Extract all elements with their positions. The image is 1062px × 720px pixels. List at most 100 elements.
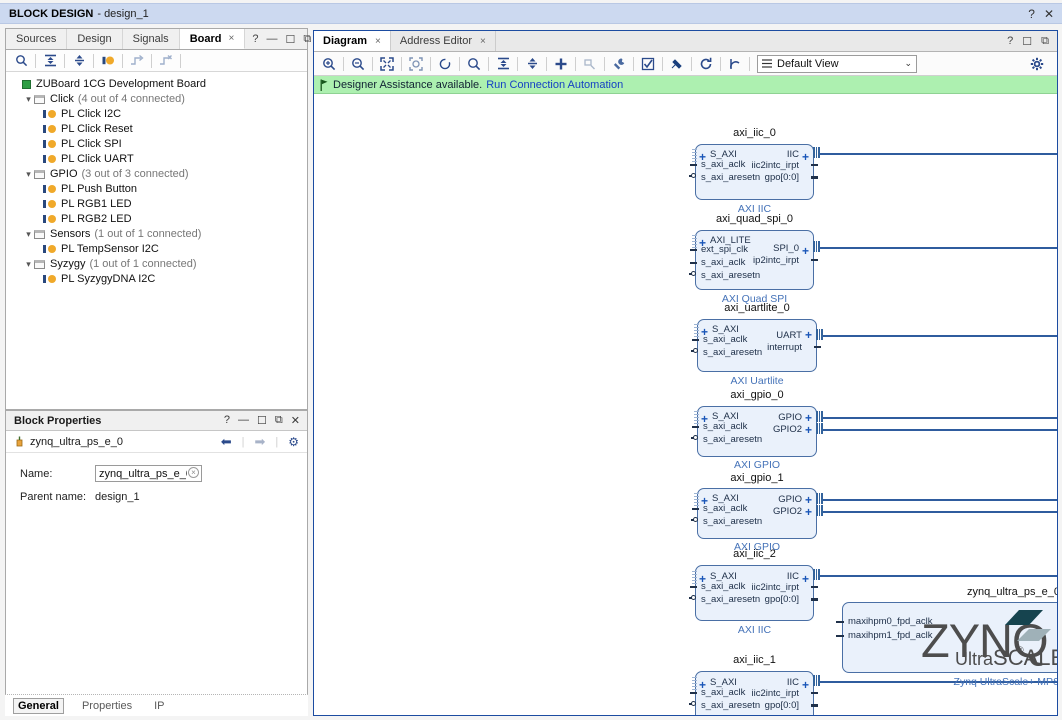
tree-item-pl-click-spi[interactable]: PL Click SPI <box>11 137 307 152</box>
tree-item-pl-syzygydna-i2c[interactable]: PL SyzygyDNA I2C <box>11 272 307 287</box>
help-icon[interactable]: ? <box>1007 35 1013 47</box>
zoom-out-icon[interactable] <box>347 55 369 73</box>
tab-address-editor-close-icon[interactable]: × <box>480 36 486 47</box>
tree-group-sensors[interactable]: ▾ Sensors (1 out of 1 connected) <box>11 227 307 242</box>
tab-board-close-icon[interactable]: × <box>228 33 234 44</box>
pin-stub <box>692 508 699 510</box>
tab-sources[interactable]: Sources <box>6 29 68 49</box>
expand-plus-icon[interactable]: + <box>805 506 812 518</box>
tab-design[interactable]: Design <box>67 29 123 49</box>
expand-plus-icon[interactable]: + <box>805 329 812 341</box>
expand-all-icon[interactable] <box>521 55 543 73</box>
chevron-down-icon[interactable]: ▾ <box>23 167 34 182</box>
tab-general[interactable]: General <box>13 697 64 714</box>
expand-plus-icon[interactable]: + <box>802 679 809 691</box>
back-arrow-icon[interactable]: ⬅ <box>221 434 232 450</box>
tab-signals[interactable]: Signals <box>122 29 180 49</box>
help-icon[interactable]: ? <box>252 33 258 45</box>
minimize-icon[interactable]: — <box>266 33 277 45</box>
diagram-settings-gear-icon[interactable] <box>1026 55 1048 73</box>
name-field[interactable] <box>95 465 202 482</box>
maximize-icon[interactable]: ☐ <box>1022 35 1032 48</box>
maximize-icon[interactable]: ☐ <box>285 33 295 46</box>
block-design-title-bar: BLOCK DESIGN - design_1 ? ✕ <box>0 3 1062 24</box>
tree-group-gpio[interactable]: ▾ GPIO (3 out of 3 connected) <box>11 167 307 182</box>
help-icon[interactable]: ? <box>1028 7 1035 21</box>
expand-plus-icon[interactable]: + <box>805 424 812 436</box>
float-icon[interactable]: ⧉ <box>1041 35 1049 48</box>
regenerate-layout-icon[interactable] <box>695 55 717 73</box>
pin-label-interrupt: interrupt <box>767 342 802 353</box>
pin-label-iic: IIC <box>786 677 799 688</box>
collapse-all-icon[interactable] <box>492 55 514 73</box>
interface-pin-icon <box>43 110 56 119</box>
zoom-to-selection-icon[interactable] <box>405 55 427 73</box>
chevron-down-icon[interactable]: ▾ <box>23 257 34 272</box>
search-icon[interactable] <box>463 55 485 73</box>
tree-item-pl-click-uart[interactable]: PL Click UART <box>11 152 307 167</box>
maximize-icon[interactable]: ☐ <box>257 414 267 427</box>
refresh-layout-icon[interactable] <box>434 55 456 73</box>
run-connection-automation-link[interactable]: Run Connection Automation <box>486 79 623 91</box>
tab-properties[interactable]: Properties <box>78 699 136 713</box>
toolbar-separator <box>401 56 402 71</box>
pin-label-s-axi-aresetn: s_axi_aresetn <box>703 516 763 527</box>
expand-plus-icon[interactable]: + <box>802 245 809 257</box>
block-design-label: BLOCK DESIGN <box>9 7 94 20</box>
pin-icon[interactable] <box>666 55 688 73</box>
toolbar-separator <box>64 53 65 68</box>
gear-icon[interactable]: ⚙ <box>288 435 299 449</box>
optimize-routing-icon[interactable] <box>724 55 746 73</box>
auto-connect-icon[interactable] <box>126 52 148 70</box>
wire-syzygydna-i2c <box>818 575 1057 578</box>
tab-ip[interactable]: IP <box>150 699 168 713</box>
tree-group-syzygy[interactable]: ▾ Syzygy (1 out of 1 connected) <box>11 257 307 272</box>
tree-item-pl-click-reset[interactable]: PL Click Reset <box>11 122 307 137</box>
expand-all-icon[interactable] <box>68 52 90 70</box>
add-ip-icon[interactable] <box>550 55 572 73</box>
chevron-down-icon[interactable]: ⌄ <box>904 58 912 69</box>
tree-root-board[interactable]: ZUBoard 1CG Development Board <box>11 77 307 92</box>
close-icon[interactable]: ✕ <box>291 414 300 427</box>
tree-group-click[interactable]: ▾ Click (4 out of 4 connected) <box>11 92 307 107</box>
tab-board[interactable]: Board × <box>179 29 246 49</box>
view-select[interactable]: Default View ⌄ <box>757 54 917 73</box>
view-select-value: Default View <box>777 57 839 70</box>
minimize-icon[interactable]: — <box>238 414 249 427</box>
show-connections-icon[interactable] <box>97 52 119 70</box>
float-icon[interactable]: ⧉ <box>275 414 283 427</box>
bus-stub-left <box>694 411 699 425</box>
tab-address-editor[interactable]: Address Editor × <box>391 31 496 51</box>
tree-item-pl-rgb2-led[interactable]: PL RGB2 LED <box>11 212 307 227</box>
expand-plus-icon[interactable]: + <box>802 151 809 163</box>
tree-item-pl-tempsensor-i2c[interactable]: PL TempSensor I2C <box>11 242 307 257</box>
block-properties-panel: Block Properties ? — ☐ ⧉ ✕ zynq_ultra_ps… <box>5 410 308 716</box>
zynq-logo-registered: ® <box>1017 645 1024 655</box>
tree-item-pl-click-i2c[interactable]: PL Click I2C <box>11 107 307 122</box>
forward-arrow-icon[interactable]: ➡ <box>254 434 265 450</box>
chevron-down-icon[interactable]: ▾ <box>23 227 34 242</box>
interface-pin-icon <box>43 215 56 224</box>
tree-item-pl-push-button[interactable]: PL Push Button <box>11 182 307 197</box>
settings-wrench-icon[interactable] <box>608 55 630 73</box>
collapse-all-icon[interactable] <box>39 52 61 70</box>
float-icon[interactable]: ⧉ <box>303 33 311 46</box>
add-module-icon[interactable] <box>579 55 601 73</box>
chevron-down-icon[interactable]: ▾ <box>23 92 34 107</box>
close-icon[interactable]: ✕ <box>1044 7 1054 21</box>
zoom-in-icon[interactable] <box>318 55 340 73</box>
tab-diagram[interactable]: Diagram × <box>314 31 391 51</box>
clear-icon[interactable]: × <box>188 467 199 478</box>
tree-item-pl-rgb1-led[interactable]: PL RGB1 LED <box>11 197 307 212</box>
pin-label-s-axi-aresetn: s_axi_aresetn <box>701 270 761 281</box>
help-icon[interactable]: ? <box>224 414 230 427</box>
diagram-canvas[interactable]: axi_iic_0 + S_AXI s_axi_aclk s_axi_arese… <box>314 95 1057 715</box>
expand-plus-icon[interactable]: + <box>805 494 812 506</box>
search-icon[interactable] <box>10 52 32 70</box>
expand-plus-icon[interactable]: + <box>802 573 809 585</box>
tab-diagram-close-icon[interactable]: × <box>375 36 381 47</box>
validate-design-icon[interactable] <box>637 55 659 73</box>
expand-plus-icon[interactable]: + <box>805 412 812 424</box>
disconnect-icon[interactable] <box>155 52 177 70</box>
fit-to-screen-icon[interactable] <box>376 55 398 73</box>
